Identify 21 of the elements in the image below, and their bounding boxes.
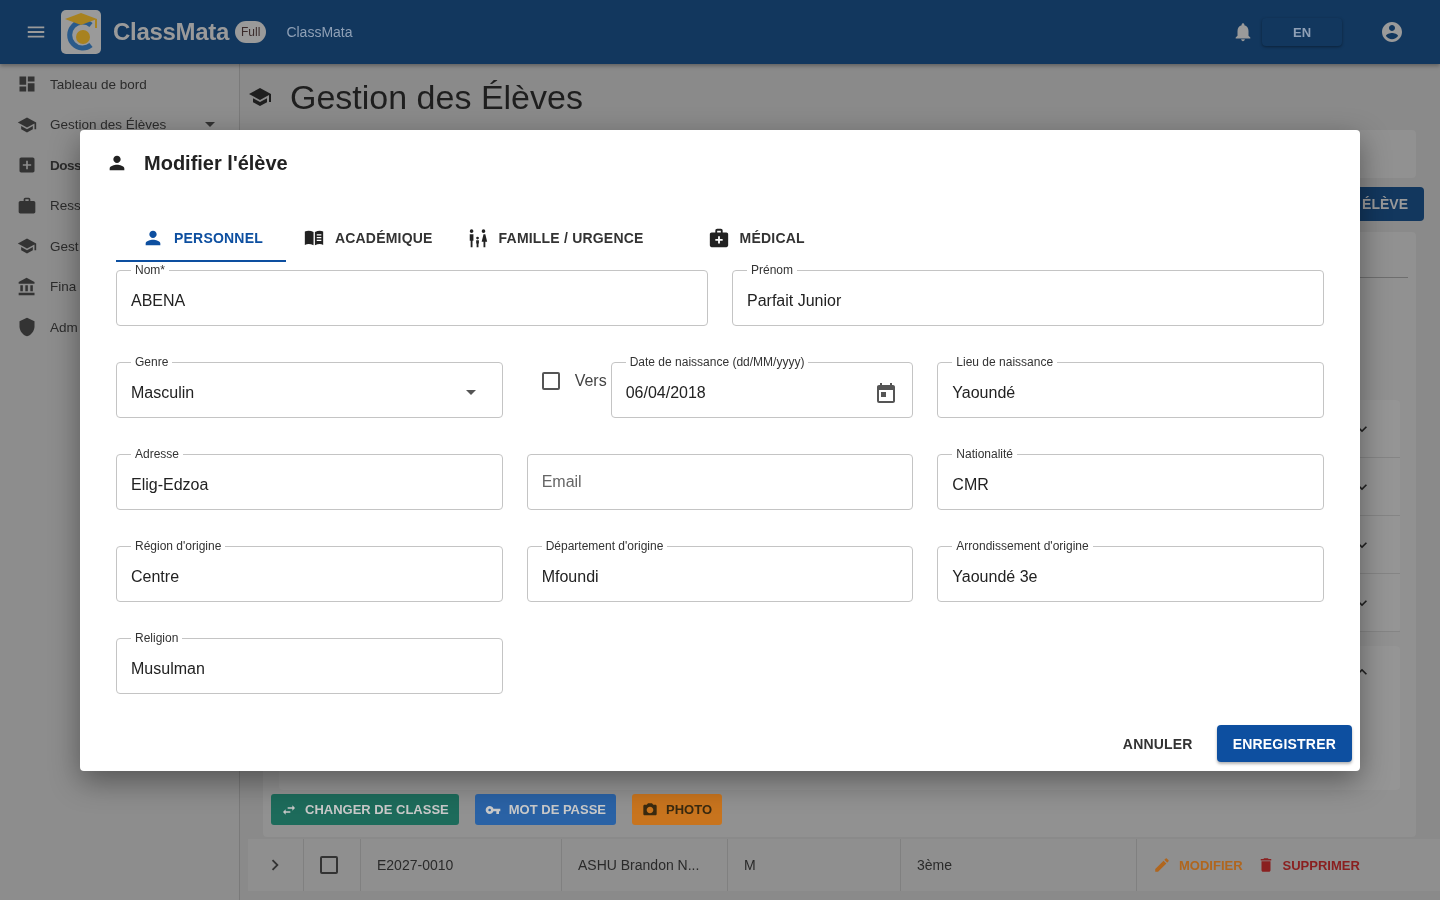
plan-badge: Full [235,21,267,43]
table-cell: E2027-0010 [361,839,562,891]
brand-name: ClassMata [113,18,230,46]
table-cell: 3ème [901,839,1137,891]
field-label: Adresse [134,448,181,460]
checkbox-label: Vers [574,372,607,390]
app-subtitle: ClassMata [286,24,353,40]
dialog-title: Modifier l'élève [144,151,288,175]
field-label: Date de naissance (dd/MM/yyyy) [628,356,806,368]
table-cell: ASHU Brandon N... [562,839,728,891]
field-label: Arrondissement d'origine [955,540,1090,552]
field-label: Région d'origine [134,540,223,552]
field-label: Nationalité [955,448,1015,460]
field-label: Genre [134,356,170,368]
field-label: Nom* [134,264,166,276]
field-label: Lieu de naissance [955,356,1055,368]
table-cell: M [728,839,901,891]
field-label: Prénom [750,264,795,276]
field-label: Département d'origine [544,540,665,552]
page-title: Gestion des Élèves [290,77,583,117]
field-label: Religion [134,632,180,644]
